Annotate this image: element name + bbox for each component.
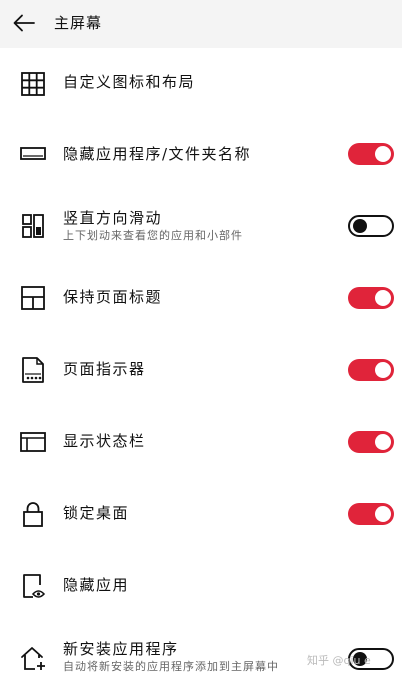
setting-hide-app-names[interactable]: 隐藏应用程序/文件夹名称 [0, 128, 402, 180]
toggle-switch[interactable] [348, 359, 394, 381]
toggle-switch[interactable] [348, 215, 394, 237]
setting-lock-home-screen[interactable]: 锁定桌面 [0, 488, 402, 540]
page-title-layout-icon [21, 286, 45, 310]
toggle-knob [375, 434, 391, 450]
page-title: 主屏幕 [54, 14, 103, 32]
toggle-knob [375, 146, 391, 162]
setting-label: 页面指示器 [63, 360, 146, 378]
setting-vertical-scroll[interactable]: 竖直方向滑动 上下划动来查看您的应用和小部件 [0, 198, 402, 254]
toggle-knob [375, 290, 391, 306]
arrow-left-icon [13, 14, 35, 32]
back-button[interactable] [10, 10, 38, 36]
lock-icon [23, 502, 43, 527]
toggle-knob [375, 362, 391, 378]
setting-page-indicator[interactable]: 页面指示器 [0, 344, 402, 396]
setting-keep-page-title[interactable]: 保持页面标题 [0, 272, 402, 324]
toggle-knob [375, 506, 391, 522]
toggle-switch[interactable] [348, 287, 394, 309]
setting-label: 新安装应用程序 [63, 640, 179, 658]
label-bar-icon [20, 147, 46, 160]
setting-hidden-apps[interactable]: 隐藏应用 [0, 560, 402, 612]
setting-label: 显示状态栏 [63, 432, 146, 450]
hidden-app-icon [23, 574, 46, 598]
setting-custom-layout[interactable]: 自定义图标和布局 [0, 58, 402, 110]
setting-label: 锁定桌面 [63, 504, 130, 522]
toggle-switch[interactable] [348, 143, 394, 165]
setting-show-status-bar[interactable]: 显示状态栏 [0, 416, 402, 468]
page-indicator-icon [22, 357, 44, 383]
setting-description: 上下划动来查看您的应用和小部件 [63, 229, 243, 242]
watermark: 知乎 @qiu e [307, 654, 371, 667]
home-add-icon [21, 647, 45, 670]
setting-label: 保持页面标题 [63, 288, 163, 306]
setting-description: 自动将新安装的应用程序添加到主屏幕中 [63, 660, 279, 673]
toggle-switch[interactable] [348, 503, 394, 525]
toggle-switch[interactable] [348, 431, 394, 453]
app-bar: 主屏幕 [0, 0, 402, 48]
status-bar-icon [20, 432, 46, 452]
grid-icon [21, 72, 45, 96]
vertical-scroll-icon [22, 214, 44, 238]
toggle-knob [353, 219, 367, 233]
setting-label: 竖直方向滑动 [63, 209, 163, 227]
setting-label: 自定义图标和布局 [63, 73, 196, 91]
setting-label: 隐藏应用 [63, 576, 130, 594]
setting-label: 隐藏应用程序/文件夹名称 [63, 145, 252, 163]
